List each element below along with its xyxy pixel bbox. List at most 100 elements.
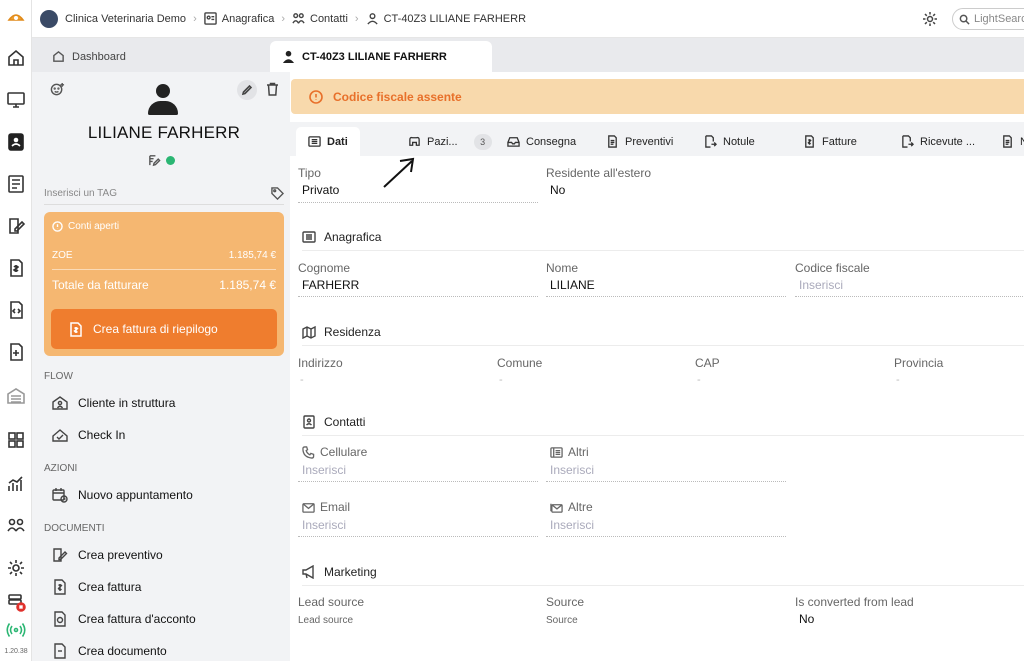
code-document-icon[interactable] <box>4 298 28 322</box>
status-dot <box>166 156 175 165</box>
medical-document-icon[interactable] <box>4 340 28 364</box>
tab-fatture[interactable]: Fatture <box>803 127 857 156</box>
lead-source-value[interactable]: Lead source <box>298 615 353 626</box>
tab-notule[interactable]: Notule <box>704 127 755 156</box>
document-item-create-document[interactable]: Crea documento <box>52 643 167 659</box>
document-item-create-quote[interactable]: Crea preventivo <box>52 547 163 563</box>
warehouse-icon[interactable] <box>4 384 28 408</box>
field-residente-value[interactable]: No <box>550 183 565 197</box>
tab-dashboard[interactable]: Dashboard <box>40 41 272 72</box>
field-label-converted: Is converted from lead <box>795 595 914 609</box>
source-value[interactable]: Source <box>546 615 578 626</box>
info-icon <box>52 221 63 232</box>
top-bar: Clinica Veterinaria Demo › Anagrafica › … <box>32 0 1024 38</box>
flow-item-cliente-in-struttura[interactable]: Cliente in struttura <box>52 395 175 411</box>
document-item-create-invoice[interactable]: Crea fattura <box>52 579 141 595</box>
edit-document-icon[interactable] <box>4 214 28 238</box>
tab-label: Preventivi <box>625 135 674 148</box>
altri-input[interactable]: Inserisci <box>550 463 594 477</box>
cellulare-input[interactable]: Inserisci <box>302 463 346 477</box>
divider <box>52 269 276 270</box>
settings-gear-icon[interactable] <box>922 11 938 30</box>
window-tabs: Dashboard CT-40Z3 LILIANE FARHERR <box>32 38 1024 72</box>
document-item-create-deposit-invoice[interactable]: Crea fattura d'acconto <box>52 611 196 627</box>
settings-icon[interactable] <box>4 556 28 580</box>
flow-item-label: Cliente in struttura <box>78 396 176 410</box>
comune-value[interactable]: - <box>499 374 503 386</box>
breadcrumb-practice[interactable]: Clinica Veterinaria Demo <box>65 13 186 25</box>
field-label-indirizzo: Indirizzo <box>298 356 343 370</box>
total-row: Totale da fatturare 1.185,74 € <box>52 278 276 292</box>
boxes-icon[interactable] <box>4 428 28 452</box>
field-label-email: Email <box>302 500 350 514</box>
breadcrumb-separator: › <box>354 12 359 25</box>
team-settings-icon[interactable] <box>4 514 28 538</box>
tab-more[interactable]: N <box>1001 127 1024 156</box>
field-label-comune: Comune <box>497 356 543 370</box>
tab-label: Consegna <box>526 135 577 148</box>
invoice-icon[interactable] <box>4 256 28 280</box>
breadcrumb-contatti[interactable]: Contatti <box>292 12 348 25</box>
stats-icon[interactable] <box>4 472 28 496</box>
avatar <box>148 84 178 118</box>
breadcrumb-anagrafica[interactable]: Anagrafica <box>203 12 274 25</box>
mail-multiple-icon <box>550 503 563 513</box>
field-label-cognome: Cognome <box>298 261 351 275</box>
deposit-invoice-icon <box>54 611 66 627</box>
delete-button[interactable] <box>266 82 279 101</box>
tab-preventivi[interactable]: Preventivi <box>606 127 673 156</box>
provincia-value[interactable]: - <box>896 374 900 386</box>
tab-label: Notule <box>723 135 755 148</box>
tab-consegna[interactable]: Consegna <box>507 127 576 156</box>
breadcrumb-contact[interactable]: CT-40Z3 LILIANE FARHERR <box>366 12 526 25</box>
converted-value[interactable]: No <box>799 612 814 626</box>
email-input[interactable]: Inserisci <box>302 518 346 532</box>
edit-note-icon[interactable] <box>148 154 161 167</box>
warning-icon <box>309 89 323 104</box>
field-label-cap: CAP <box>695 356 720 370</box>
contacts-icon[interactable] <box>4 130 28 154</box>
field-label-lead-source: Lead source <box>298 595 365 609</box>
content-tabs: Dati Pazi... 3 Consegna Preventivi Notul… <box>290 122 1024 156</box>
create-summary-invoice-button[interactable]: Crea fattura di riepilogo <box>51 309 277 349</box>
tag-input[interactable]: Inserisci un TAG <box>44 183 284 205</box>
field-tipo-value[interactable]: Privato <box>302 183 339 197</box>
ledger-icon[interactable] <box>4 172 28 196</box>
tab-pazienti[interactable]: Pazi... 3 <box>408 127 492 156</box>
indirizzo-value[interactable]: - <box>300 374 304 386</box>
field-cognome-value[interactable]: FARHERR <box>302 278 359 292</box>
field-nome-value[interactable]: LILIANE <box>550 278 595 292</box>
edit-button[interactable] <box>237 80 257 100</box>
person-icon <box>282 50 295 63</box>
field-label-codice-fiscale: Codice fiscale <box>795 261 870 275</box>
app-rail: 1.20.38 <box>0 0 32 661</box>
search-input[interactable]: LightSearch <box>952 8 1024 30</box>
tab-dati[interactable]: Dati <box>296 127 360 156</box>
action-item-new-appointment[interactable]: Nuovo appuntamento <box>52 487 193 503</box>
section-marketing: Marketing <box>302 565 377 579</box>
account-value: 1.185,74 € <box>228 250 276 261</box>
emoji-add-icon[interactable] <box>50 82 65 102</box>
server-error-icon[interactable] <box>4 590 28 614</box>
alert-text: Codice fiscale assente <box>333 89 462 104</box>
flow-item-check-in[interactable]: Check In <box>52 427 125 443</box>
tab-contact[interactable]: CT-40Z3 LILIANE FARHERR <box>270 41 492 72</box>
home-icon <box>53 50 64 62</box>
cap-value[interactable]: - <box>697 374 701 386</box>
section-flow: FLOW <box>44 371 73 382</box>
section-title: Contatti <box>324 415 366 429</box>
codice-fiscale-input[interactable]: Inserisci <box>799 278 843 292</box>
app-logo-icon[interactable] <box>4 6 28 30</box>
open-accounts-title: Conti aperti <box>68 221 120 232</box>
broadcast-icon[interactable] <box>4 618 28 642</box>
tab-label: Pazi... <box>427 135 458 148</box>
practice-logo <box>40 9 58 28</box>
fiscal-code-alert: Codice fiscale assente <box>291 79 1024 114</box>
field-underline <box>546 481 786 482</box>
document-item-label: Crea preventivo <box>78 548 163 562</box>
tab-ricevute[interactable]: Ricevute ... <box>901 127 975 156</box>
home-icon[interactable] <box>4 46 28 70</box>
monitor-icon[interactable] <box>4 88 28 112</box>
altre-input[interactable]: Inserisci <box>550 518 594 532</box>
people-icon <box>292 13 305 24</box>
